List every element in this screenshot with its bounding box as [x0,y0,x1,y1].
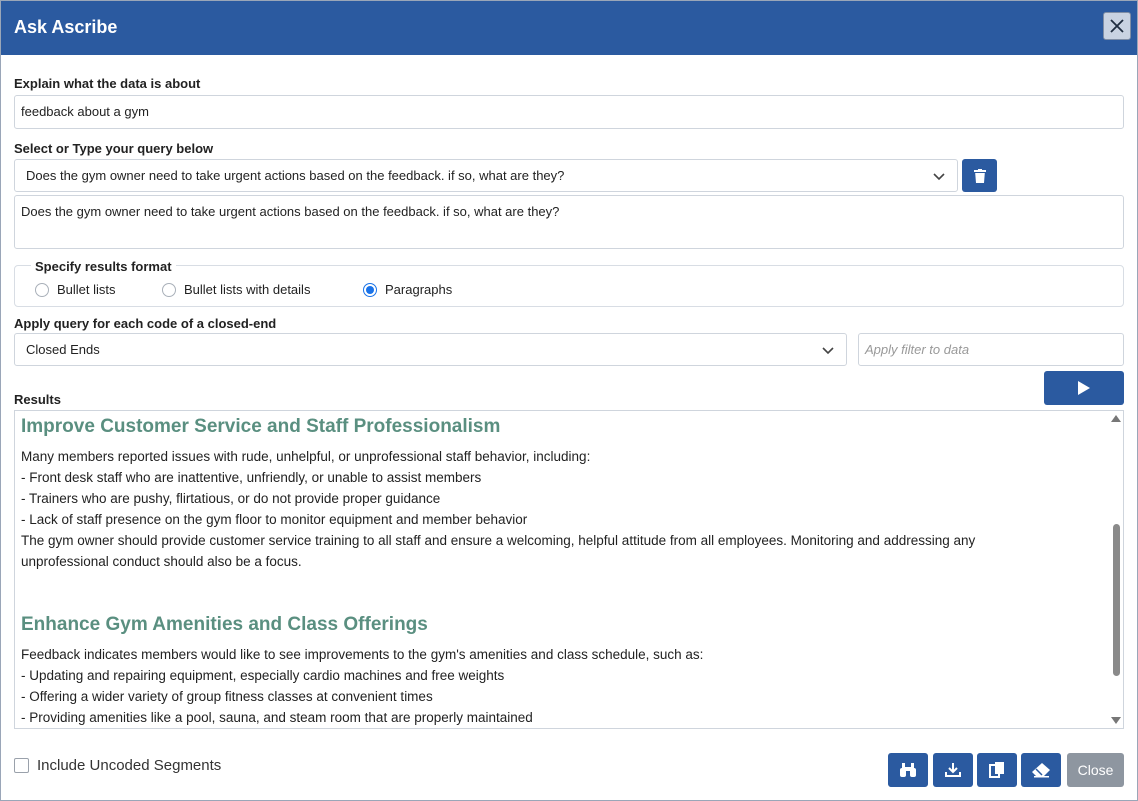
delete-query-button[interactable] [962,159,997,192]
chevron-down-icon [933,173,945,181]
context-input[interactable]: feedback about a gym [14,95,1124,129]
result-line: unprofessional conduct should also be a … [21,554,302,569]
radio-paragraphs[interactable]: Paragraphs [363,282,452,297]
filter-input[interactable]: Apply filter to data [858,333,1124,366]
include-uncoded-checkbox[interactable]: Include Uncoded Segments [14,757,221,774]
radio-label: Bullet lists [57,282,116,297]
result-line: Feedback indicates members would like to… [21,647,704,662]
binoculars-icon [900,763,916,777]
results-label: Results [14,392,61,407]
radio-label: Bullet lists with details [184,282,311,297]
checkbox-box [14,758,29,773]
result-line: - Trainers who are pushy, flirtatious, o… [21,491,441,506]
context-label: Explain what the data is about [14,76,201,91]
query-textarea[interactable]: Does the gym owner need to take urgent a… [14,195,1124,249]
ask-ascribe-dialog: Ask Ascribe Explain what the data is abo… [0,0,1138,801]
dialog-titlebar: Ask Ascribe [1,1,1137,55]
scroll-thumb[interactable] [1113,524,1120,676]
result-heading: Improve Customer Service and Staff Profe… [21,416,501,437]
download-button[interactable] [933,753,973,787]
scroll-up-icon[interactable] [1111,415,1121,422]
results-content: Improve Customer Service and Staff Profe… [21,411,1101,728]
result-line: - Lack of staff presence on the gym floo… [21,512,528,527]
radio-circle-selected [363,282,377,297]
close-icon[interactable] [1103,12,1131,40]
closed-end-select[interactable]: Closed Ends [14,333,847,366]
scroll-down-icon[interactable] [1111,717,1121,724]
trash-icon [973,168,986,183]
query-label: Select or Type your query below [14,141,214,156]
query-select[interactable]: Does the gym owner need to take urgent a… [14,159,958,192]
play-icon [1078,381,1090,395]
include-uncoded-label: Include Uncoded Segments [37,757,222,774]
close-button[interactable]: Close [1067,753,1124,787]
result-line: - Providing amenities like a pool, sauna… [21,710,533,725]
dialog-title: Ask Ascribe [14,17,118,37]
download-icon [945,763,961,777]
run-query-button[interactable] [1044,371,1124,405]
results-scrollbar[interactable] [1109,411,1123,728]
clear-button[interactable] [1021,753,1061,787]
closed-end-label: Apply query for each code of a closed-en… [14,316,277,331]
copy-button[interactable] [977,753,1017,787]
result-line: - Offering a wider variety of group fitn… [21,689,433,704]
result-line: - Front desk staff who are inattentive, … [21,470,482,485]
chevron-down-icon [822,347,834,355]
result-line: Many members reported issues with rude, … [21,449,591,464]
eraser-icon [1032,763,1050,778]
result-line: - Updating and repairing equipment, espe… [21,668,505,683]
radio-circle [35,282,49,297]
query-select-value: Does the gym owner need to take urgent a… [26,168,565,183]
closed-end-select-value: Closed Ends [26,342,100,357]
result-line: The gym owner should provide customer se… [21,533,976,548]
radio-bullet-lists[interactable]: Bullet lists [35,282,116,297]
results-format-legend: Specify results format [31,259,176,274]
results-panel[interactable]: Improve Customer Service and Staff Profe… [14,410,1124,729]
radio-bullet-lists-details[interactable]: Bullet lists with details [162,282,310,297]
copy-icon [989,762,1004,778]
radio-label: Paragraphs [385,282,453,297]
find-button[interactable] [888,753,928,787]
result-heading: Enhance Gym Amenities and Class Offering… [21,614,428,635]
radio-circle [162,282,176,297]
